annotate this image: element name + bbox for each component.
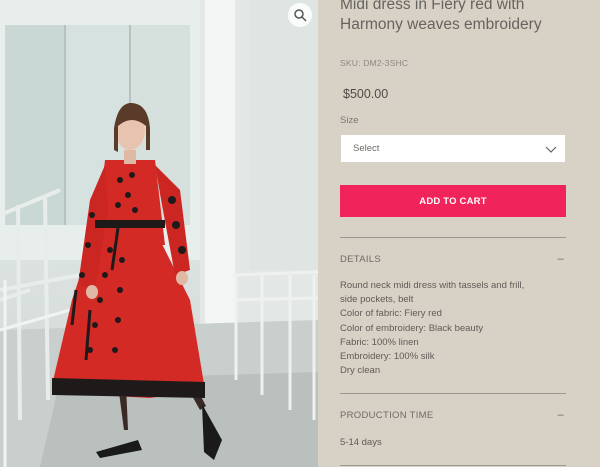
details-description: Round neck midi dress with tassels and f…	[340, 279, 566, 378]
details-line: side pockets, belt	[340, 294, 414, 306]
zoom-button[interactable]	[288, 3, 312, 27]
details-line: Color of embroidery: Black beauty	[340, 322, 484, 334]
add-to-cart-button[interactable]: ADD TO CART	[340, 185, 566, 217]
divider	[340, 465, 566, 466]
details-line: Embroidery: 100% silk	[340, 351, 435, 363]
minus-icon: –	[557, 253, 564, 265]
product-title: Midi dress in Fiery red with Harmony wea…	[340, 0, 542, 33]
divider	[340, 393, 566, 394]
chevron-down-icon	[545, 146, 557, 153]
details-heading: DETAILS	[340, 254, 381, 265]
product-photo-illustration	[0, 0, 318, 467]
details-line: Dry clean	[340, 365, 381, 377]
size-select-value: Select	[353, 143, 380, 154]
minus-icon: –	[557, 409, 564, 421]
details-line: Color of fabric: Fiery red	[340, 308, 442, 320]
details-accordion-header[interactable]: DETAILS –	[340, 253, 566, 270]
production-heading: PRODUCTION TIME	[340, 410, 434, 421]
product-details-panel: Midi dress in Fiery red with Harmony wea…	[318, 0, 600, 467]
details-line: Round neck midi dress with tassels and f…	[340, 280, 525, 291]
size-label: Size	[340, 115, 359, 126]
magnifier-icon	[294, 9, 307, 22]
product-sku: SKU: DM2-3SHC	[340, 58, 409, 68]
size-select[interactable]: Select	[340, 134, 566, 163]
production-time-value: 5-14 days	[340, 437, 382, 448]
product-price: $500.00	[343, 87, 389, 101]
divider	[340, 237, 566, 238]
production-accordion-header[interactable]: PRODUCTION TIME –	[340, 409, 566, 426]
details-line: Fabric: 100% linen	[340, 336, 419, 348]
product-photo[interactable]	[0, 0, 318, 467]
